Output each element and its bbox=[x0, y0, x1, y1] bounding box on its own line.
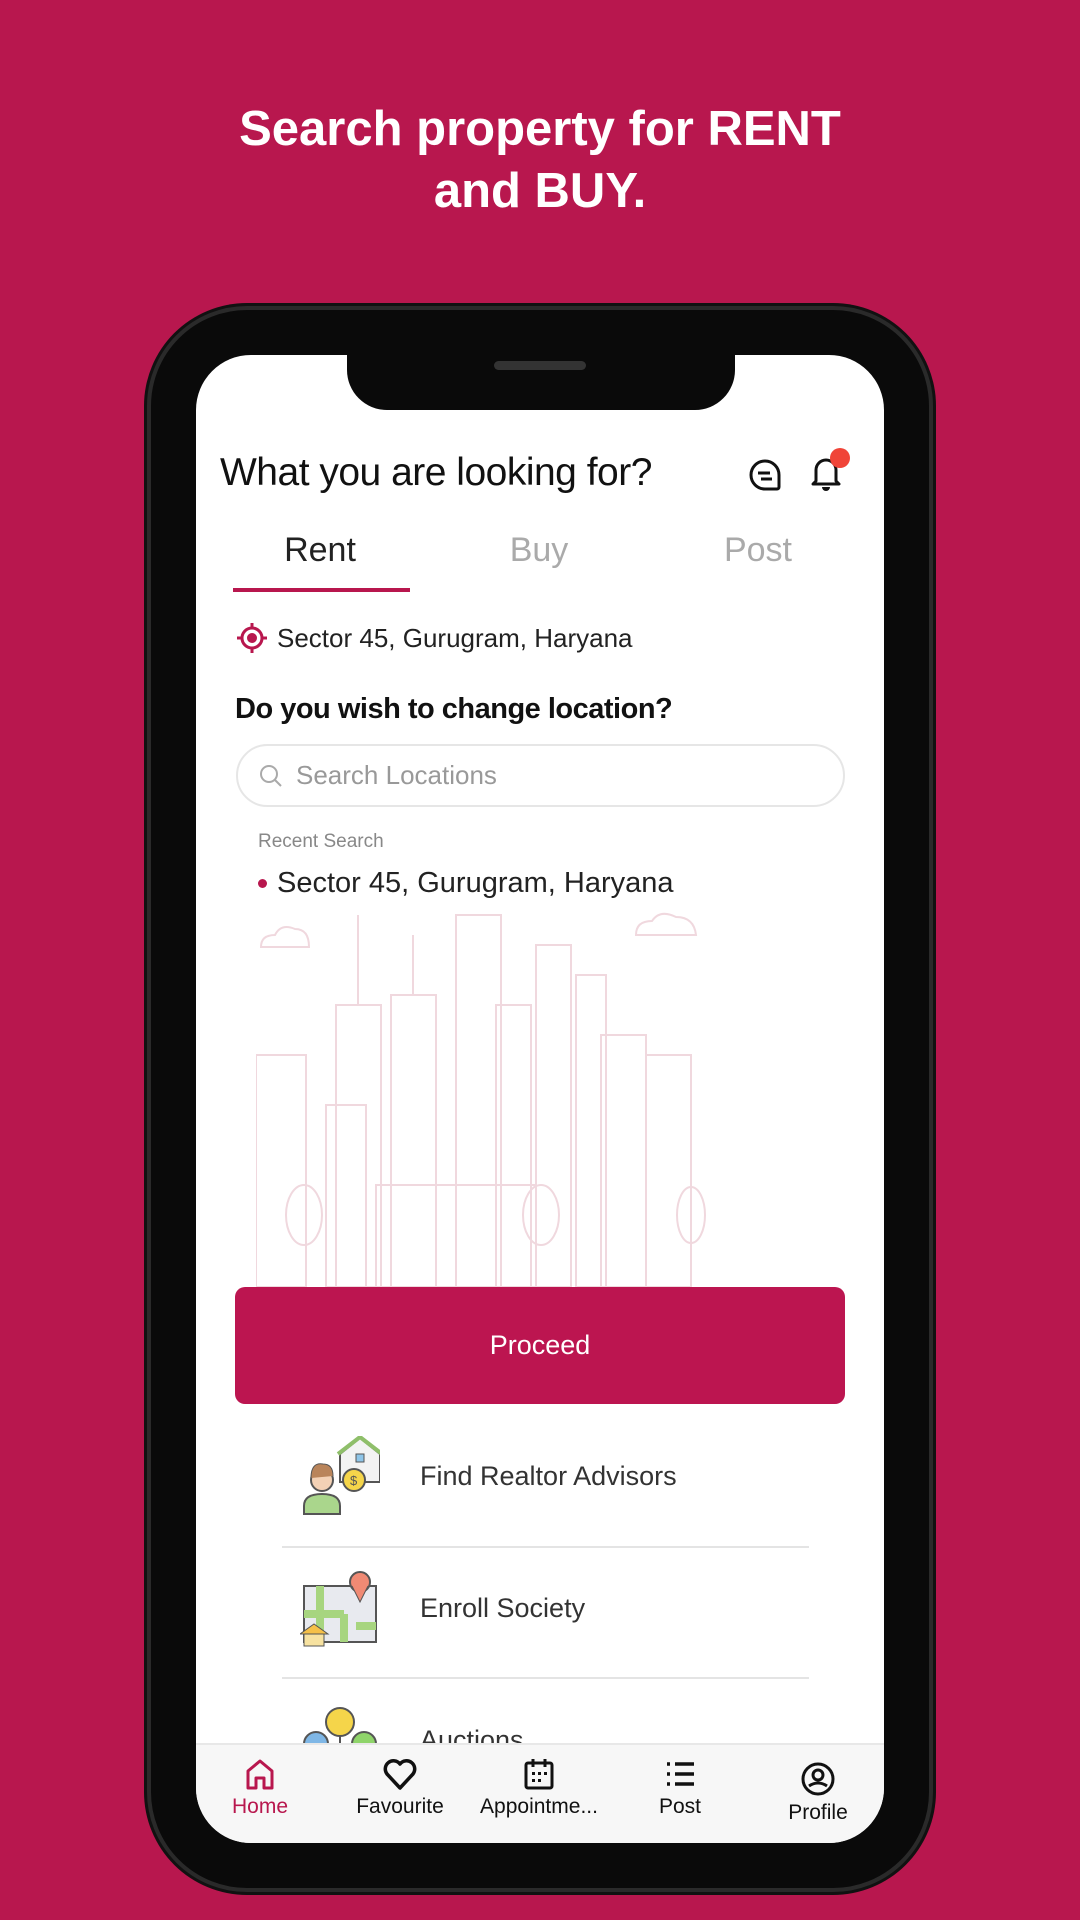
phone-notch bbox=[347, 355, 735, 410]
tab-buy[interactable]: Buy bbox=[459, 531, 619, 570]
list-icon bbox=[667, 1762, 694, 1786]
nav-post[interactable]: Post bbox=[615, 1757, 745, 1819]
nav-favourite[interactable]: Favourite bbox=[335, 1757, 465, 1819]
city-skyline-illustration bbox=[256, 912, 706, 1287]
app-screen: What you are looking for? Rent Buy Post … bbox=[196, 355, 884, 1843]
tab-post[interactable]: Post bbox=[678, 531, 838, 570]
active-tab-indicator bbox=[233, 588, 410, 592]
tab-rent[interactable]: Rent bbox=[240, 531, 400, 570]
promo-headline: Search property for RENT and BUY. bbox=[0, 98, 1080, 222]
home-icon bbox=[246, 1759, 274, 1790]
nav-label: Home bbox=[231, 1795, 289, 1818]
chat-icon[interactable] bbox=[748, 458, 782, 497]
nav-home[interactable]: Home bbox=[196, 1757, 325, 1819]
search-placeholder: Search Locations bbox=[296, 760, 497, 790]
service-label: Find Realtor Advisors bbox=[420, 1460, 677, 1491]
bullet-dot bbox=[258, 879, 267, 888]
nav-label: Appointme... bbox=[480, 1795, 598, 1818]
nav-profile[interactable]: Profile bbox=[753, 1761, 883, 1825]
bottom-navigation: Home Favourite Appointme... Post Profile bbox=[196, 1743, 884, 1843]
speaker bbox=[494, 361, 586, 370]
headline-line-1: Search property for RENT bbox=[239, 102, 841, 156]
nav-label: Profile bbox=[788, 1801, 848, 1824]
recent-search-label: Recent Search bbox=[258, 831, 384, 852]
service-enroll-society[interactable]: Enroll Society bbox=[196, 1543, 884, 1673]
search-locations-input[interactable]: Search Locations bbox=[236, 744, 845, 807]
change-location-heading: Do you wish to change location? bbox=[235, 693, 673, 725]
service-label: Enroll Society bbox=[420, 1592, 586, 1623]
society-map-icon bbox=[300, 1571, 377, 1647]
headline-line-2: and BUY. bbox=[433, 164, 647, 218]
service-find-realtor-advisors[interactable]: $ Find Realtor Advisors bbox=[196, 1411, 884, 1541]
location-target-icon bbox=[236, 622, 268, 659]
nav-label: Favourite bbox=[356, 1795, 444, 1818]
nav-label: Post bbox=[658, 1795, 702, 1818]
nav-appointments[interactable]: Appointme... bbox=[474, 1757, 604, 1819]
realtor-advisor-icon: $ bbox=[303, 1436, 380, 1515]
current-location[interactable]: Sector 45, Gurugram, Haryana bbox=[277, 623, 633, 654]
svg-text:$: $ bbox=[350, 1473, 358, 1488]
heart-icon bbox=[383, 1759, 417, 1790]
notification-badge bbox=[830, 448, 850, 468]
proceed-button[interactable]: Proceed bbox=[235, 1287, 845, 1404]
profile-icon bbox=[801, 1762, 835, 1796]
page-title: What you are looking for? bbox=[220, 451, 652, 494]
calendar-icon bbox=[524, 1759, 554, 1790]
search-icon bbox=[260, 764, 282, 787]
